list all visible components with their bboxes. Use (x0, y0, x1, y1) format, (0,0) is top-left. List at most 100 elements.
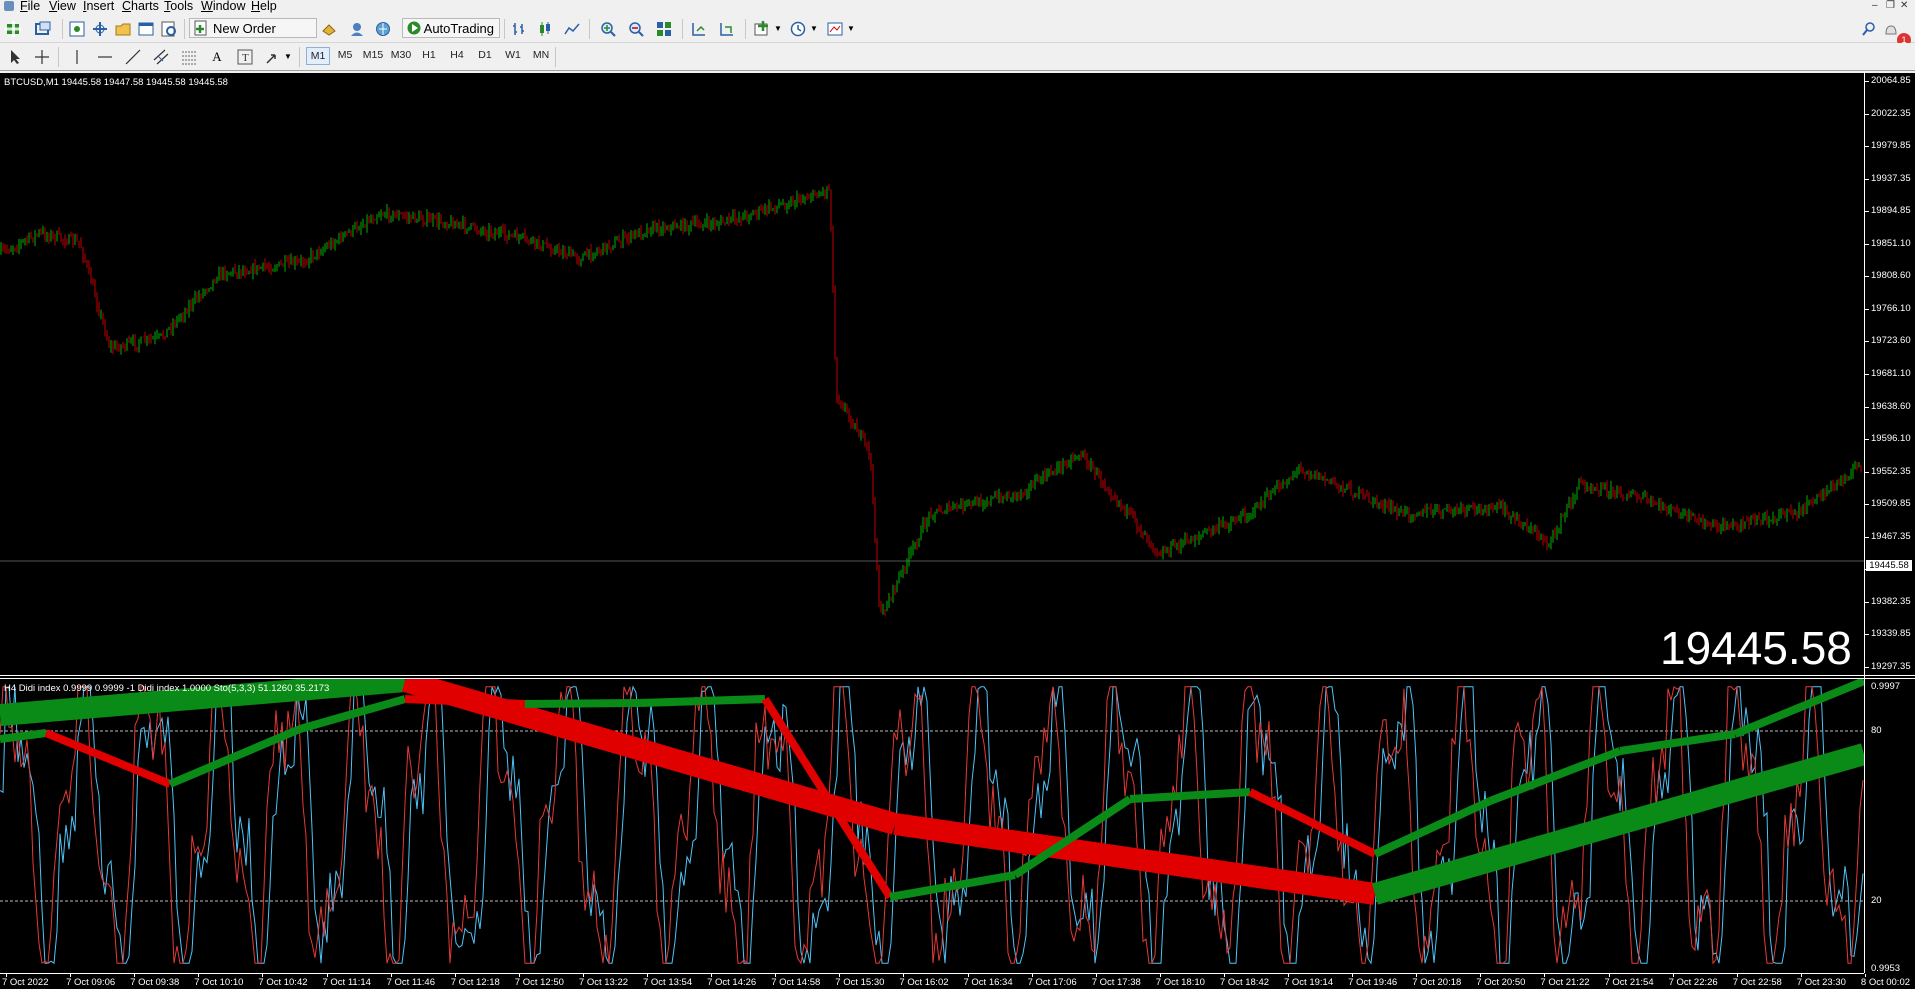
data-window-icon[interactable] (91, 20, 109, 38)
indicator-axis-label: 0.9997 (1871, 681, 1901, 692)
horizontal-line-icon[interactable] (96, 48, 114, 66)
bar-chart-icon[interactable] (510, 20, 528, 38)
menu-tools[interactable]: Tools (164, 0, 193, 13)
profiles-icon[interactable] (35, 20, 53, 38)
timeframe-m30[interactable]: M30 (390, 49, 412, 61)
price-tick (1865, 406, 1869, 408)
didi-index-line (1488, 747, 1622, 805)
price-label: 19766.10 (1871, 302, 1911, 314)
new-order-button[interactable]: New Order (189, 18, 317, 38)
trendline-icon[interactable] (124, 48, 142, 66)
menu-insert[interactable]: Insert (83, 0, 114, 13)
time-label: 7 Oct 22:58 (1732, 977, 1782, 988)
standard-toolbar: New Order AutoTrading ▼ ▼ ▼ 1 (0, 15, 1915, 47)
price-tick (1865, 634, 1869, 636)
channel-icon[interactable] (152, 48, 170, 66)
market-icon[interactable] (374, 20, 392, 38)
time-label: 8 Oct 00:02 (1860, 977, 1911, 988)
text-icon[interactable]: A (208, 48, 226, 66)
price-tick (1865, 374, 1869, 375)
timeframe-m1[interactable]: M1 (306, 47, 330, 65)
time-label: 7 Oct 14:58 (771, 977, 821, 988)
tile-windows-icon[interactable] (655, 20, 673, 38)
time-label: 7 Oct 21:22 (1540, 977, 1590, 988)
price-pane[interactable] (0, 73, 1864, 675)
toolbar-separator (62, 19, 63, 39)
price-label: 19467.35 (1871, 530, 1911, 542)
menu-view[interactable]: View (49, 0, 76, 13)
search-icon[interactable] (1860, 20, 1878, 38)
autotrading-icon (407, 21, 421, 35)
periodicity-icon[interactable] (789, 20, 807, 38)
minimize-icon[interactable]: – (1872, 0, 1878, 11)
text-label-icon[interactable]: T (236, 48, 254, 66)
auto-scroll-icon[interactable] (718, 20, 736, 38)
restore-icon[interactable]: ❐ (1886, 0, 1895, 11)
price-axis[interactable]: 20064.85 20022.35 19979.85 19937.35 19894.85… (1864, 73, 1915, 974)
timeframe-w1[interactable]: W1 (502, 49, 524, 61)
toolbar-separator (58, 47, 59, 67)
price-tick (1865, 211, 1869, 213)
price-label: 20022.35 (1871, 107, 1911, 119)
strategy-tester-icon[interactable] (160, 20, 178, 38)
didi-index-line (404, 695, 526, 708)
didi-index-line (1129, 788, 1251, 803)
templates-dropdown-icon[interactable]: ▼ (847, 24, 855, 33)
navigator-icon[interactable] (114, 20, 132, 38)
time-axis[interactable]: 7 Oct 2022 7 Oct 09:06 7 Oct 09:38 7 Oct 10… (0, 973, 1910, 989)
market-watch-icon[interactable] (68, 20, 86, 38)
didi-index-line (1373, 797, 1492, 858)
close-icon[interactable]: ✕ (1900, 0, 1908, 11)
new-chart-icon[interactable] (5, 20, 23, 38)
arrows-icon[interactable] (264, 48, 282, 66)
price-tick (1865, 504, 1869, 506)
time-label: 7 Oct 09:06 (66, 977, 116, 988)
zoom-out-icon[interactable] (627, 20, 645, 38)
app-icon[interactable] (4, 1, 14, 11)
time-label: 7 Oct 21:54 (1604, 977, 1654, 988)
menu-help[interactable]: Help (251, 0, 277, 13)
didi-index-line (1733, 679, 1864, 738)
timeframe-m15[interactable]: M15 (362, 49, 384, 61)
periodicity-dropdown-icon[interactable]: ▼ (810, 24, 818, 33)
timeframe-mn[interactable]: MN (530, 49, 552, 61)
new-order-label: New Order (213, 20, 276, 36)
price-label: 19596.10 (1871, 433, 1911, 445)
price-tick (1865, 276, 1869, 278)
chart-shift-icon[interactable] (690, 20, 708, 38)
signals-icon[interactable] (348, 20, 366, 38)
chart-window[interactable]: BTCUSD,M1 19445.58 19447.58 19445.58 194… (0, 73, 1915, 989)
timeframe-h1[interactable]: H1 (418, 49, 440, 61)
time-label: 7 Oct 22:26 (1668, 977, 1718, 988)
vertical-line-icon[interactable] (68, 48, 86, 66)
gold-icon[interactable] (320, 20, 338, 38)
indicators-dropdown-icon[interactable]: ▼ (774, 24, 782, 33)
crosshair-icon[interactable] (33, 48, 51, 66)
timeframe-d1[interactable]: D1 (474, 49, 496, 61)
line-chart-icon[interactable] (563, 20, 581, 38)
didi-index-line (0, 729, 47, 743)
menu-charts[interactable]: Charts (122, 0, 159, 13)
zoom-in-icon[interactable] (599, 20, 617, 38)
arrows-dropdown-icon[interactable]: ▼ (284, 52, 292, 61)
toolbar-separator (299, 47, 300, 67)
timeframe-m5[interactable]: M5 (334, 49, 356, 61)
cursor-icon[interactable] (6, 48, 24, 66)
autotrading-button[interactable]: AutoTrading (402, 18, 500, 38)
timeframe-h4[interactable]: H4 (446, 49, 468, 61)
indicators-icon[interactable] (753, 20, 771, 38)
menu-window[interactable]: Window (201, 0, 245, 13)
terminal-icon[interactable] (137, 20, 155, 38)
indicator-pane[interactable] (0, 679, 1864, 973)
price-tick (1865, 178, 1869, 180)
time-label: 7 Oct 20:50 (1476, 977, 1526, 988)
price-tick (1865, 667, 1869, 668)
candlestick-chart-icon[interactable] (536, 20, 554, 38)
svg-text:T: T (242, 52, 249, 64)
menu-file[interactable]: File (20, 0, 40, 13)
templates-icon[interactable] (826, 20, 844, 38)
indicator-axis-label: 0.9953 (1871, 963, 1901, 974)
didi-index-line (1619, 730, 1736, 755)
fibonacci-icon[interactable] (180, 48, 198, 66)
time-label: 7 Oct 10:42 (258, 977, 308, 988)
